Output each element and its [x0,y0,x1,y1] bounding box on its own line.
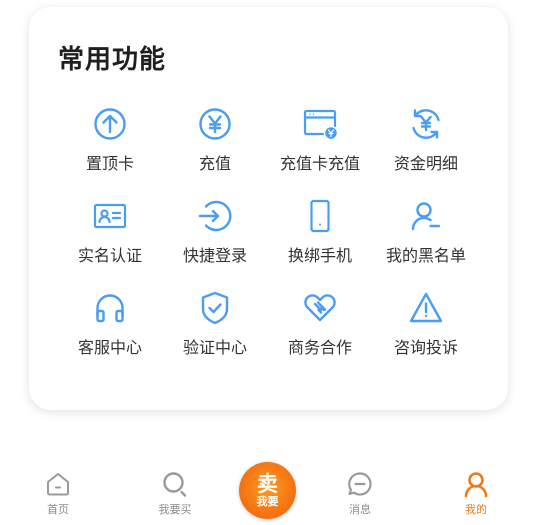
card-title: 常用功能 [58,45,167,75]
login-icon [197,198,233,234]
grid-item-label: 充值卡充值 [279,154,360,173]
grid-item-label: 置顶卡 [85,154,134,173]
grid-item-label: 我的黑名单 [385,246,466,265]
grid-item-top-card[interactable]: 置顶卡 [57,106,163,186]
grid-item-change-phone[interactable]: 换绑手机 [267,198,373,278]
tab-mine-label: 我的 [465,503,487,516]
grid-item-label: 咨询投诉 [393,338,458,357]
grid-item-label: 商务合作 [287,338,352,357]
grid-item-complaint[interactable]: 咨询投诉 [373,290,479,370]
tab-messages-label: 消息 [349,503,371,516]
phone-icon [302,198,338,234]
tab-home[interactable]: 首页 [23,470,93,525]
grid-item-label: 验证中心 [182,338,247,357]
tab-buy-label: 我要买 [158,503,192,516]
grid-item-label: 实名认证 [77,246,142,265]
headset-icon [92,290,128,326]
grid-item-business[interactable]: 商务合作 [267,290,373,370]
grid-item-label: 客服中心 [77,338,142,357]
sell-button-label: 我要 [256,494,279,508]
grid-item-label: 资金明细 [393,154,458,173]
sell-button[interactable]: 卖 我要 [239,462,296,519]
message-icon [346,470,374,498]
arrow-up-circle-icon [92,106,128,142]
grid-item-customer-service[interactable]: 客服中心 [57,290,163,370]
yen-refresh-icon [408,106,444,142]
grid-item-card-recharge[interactable]: 充值卡充值 [267,106,373,186]
tab-messages[interactable]: 消息 [325,470,395,525]
grid-item-recharge[interactable]: 充值 [162,106,268,186]
id-card-icon [92,198,128,234]
yen-circle-icon [197,106,233,142]
sell-button-char: 卖 [257,471,278,496]
grid-item-label: 换绑手机 [287,246,352,265]
common-functions-card: 常用功能 置顶卡 充值 充值卡充值 资金明细 实名认证 快捷登录 换绑手机 我的… [29,7,508,410]
tab-home-label: 首页 [47,503,69,516]
grid-item-real-name[interactable]: 实名认证 [57,198,163,278]
grid-item-label: 快捷登录 [182,246,247,265]
card-yen-icon [302,106,338,142]
user-minus-icon [408,198,444,234]
grid-item-fund-details[interactable]: 资金明细 [373,106,479,186]
grid-item-verification[interactable]: 验证中心 [162,290,268,370]
grid-item-label: 充值 [198,154,231,173]
grid-item-blacklist[interactable]: 我的黑名单 [373,198,479,278]
grid-item-quick-login[interactable]: 快捷登录 [162,198,268,278]
warning-icon [408,290,444,326]
user-icon [462,470,490,498]
home-icon [44,470,72,498]
tab-mine[interactable]: 我的 [441,470,511,525]
shield-check-icon [197,290,233,326]
handshake-heart-icon [302,290,338,326]
search-icon [161,470,189,498]
tab-buy[interactable]: 我要买 [140,470,210,525]
